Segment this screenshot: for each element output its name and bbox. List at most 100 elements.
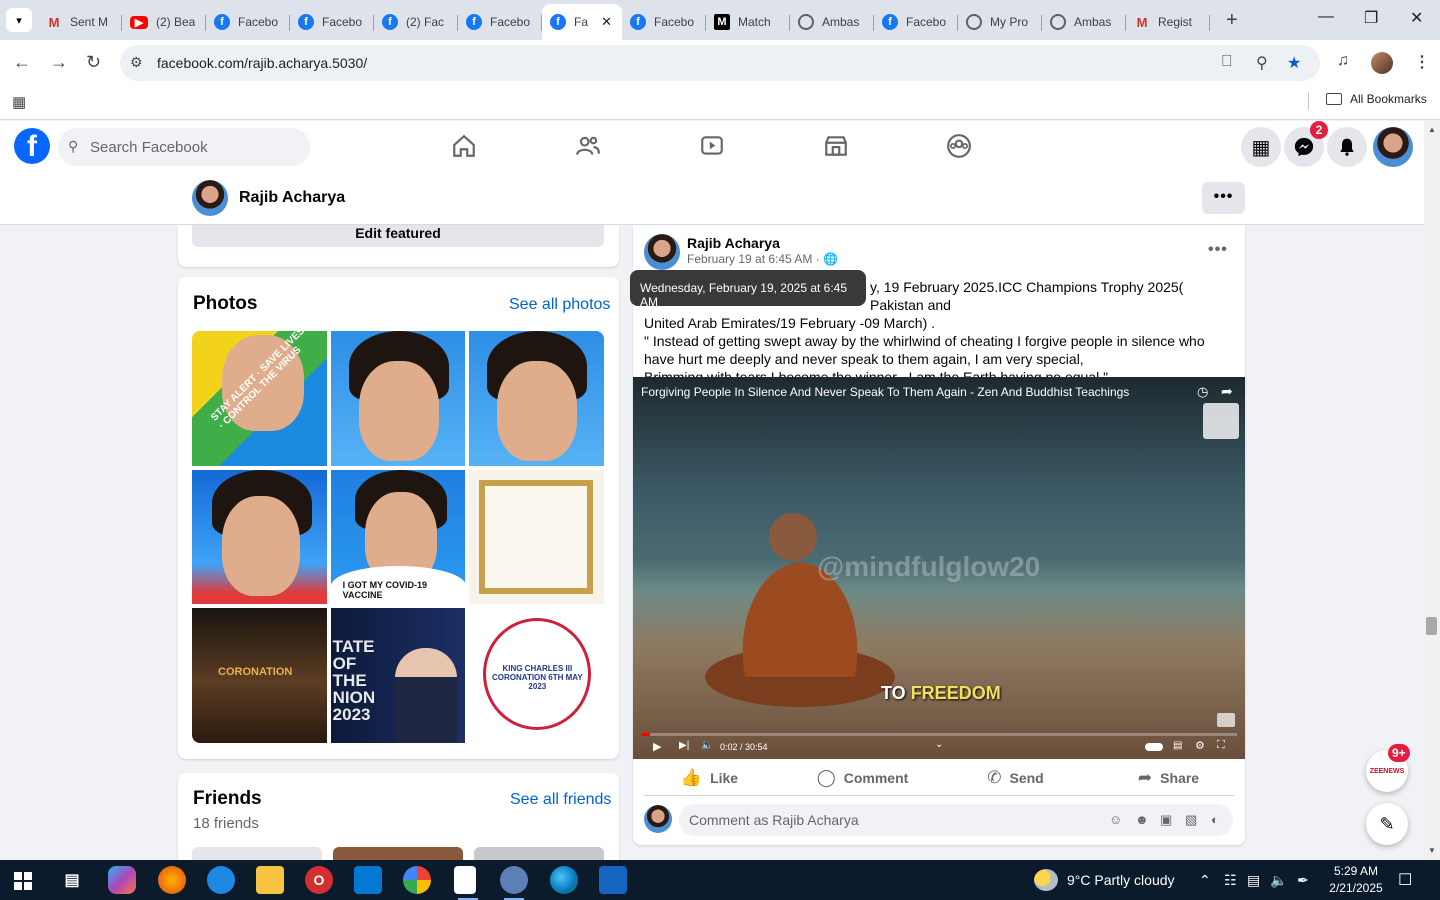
site-settings-icon[interactable]: ⚙ [130,54,143,71]
browser-tab[interactable]: ▶ (2) Bea [122,6,206,38]
messenger-button[interactable]: 2 [1284,121,1328,167]
app-icon[interactable] [500,866,528,900]
browser-tab[interactable]: f Facebo [874,6,958,38]
share-button[interactable]: ➦ Share [1092,762,1245,794]
browser-tab[interactable]: f Facebo [622,6,706,38]
facebook-logo-icon[interactable]: f [14,128,50,164]
photo-tile[interactable]: TATE OF THE NION 2023 [330,608,466,743]
facebook-search[interactable]: ⚲ [58,128,310,166]
share-arrow-icon[interactable]: ➦ [1221,383,1233,400]
teamviewer-icon[interactable] [207,866,235,894]
friend-thumb[interactable] [192,847,322,860]
store-icon[interactable] [354,866,382,894]
forward-arrow-icon[interactable]: → [50,52,68,73]
scroll-up-icon[interactable]: ▲ [1428,125,1436,134]
post-author-name[interactable]: Rajib Acharya [687,235,780,251]
video-progress-bar[interactable] [641,733,1237,736]
autoplay-toggle[interactable] [1145,743,1163,751]
browser-tab[interactable]: Ambas [1042,6,1126,38]
new-tab-plus-icon[interactable]: + [1226,9,1238,32]
address-bar[interactable]: ⚙ facebook.com/rajib.acharya.5030/ ⎕ ⚲ ★ [120,45,1320,81]
install-app-icon[interactable]: ⎕ [1222,53,1232,71]
notepad-icon[interactable] [454,866,478,900]
send-button[interactable]: ✆ Send [939,762,1092,794]
video-player[interactable]: Forgiving People In Silence And Never Sp… [633,377,1245,759]
play-icon[interactable]: ▶ [653,740,661,753]
comment-button[interactable]: ◯ Comment [786,762,939,794]
chrome-profile-avatar[interactable] [1371,52,1393,74]
menu-grid-button[interactable]: ▦ [1241,127,1281,167]
comment-box[interactable]: ☺ ☻ ▣ ▧ ◐ [679,804,1233,836]
scroll-thumb[interactable] [1426,617,1437,635]
network-icon[interactable]: ▤ [1247,872,1260,889]
reload-icon[interactable]: ↻ [86,52,101,73]
speaker-icon[interactable]: 🔈 [1270,872,1287,889]
photo-tile[interactable]: I GOT MY COVID-19 VACCINE [330,469,466,605]
bookmark-star-icon[interactable]: ★ [1287,53,1301,73]
comment-input[interactable] [689,804,1089,836]
volume-icon[interactable]: 🔈 [701,740,713,751]
post-author-avatar[interactable] [644,234,680,270]
post-options-icon[interactable]: ••• [1208,241,1228,259]
settings-gear-icon[interactable]: ⚙ [1195,739,1205,752]
restore-icon[interactable]: ❐ [1364,8,1378,28]
photo-tile[interactable]: KING CHARLES III CORONATION 6TH MAY 2023 [469,608,604,743]
chrome-menu-icon[interactable]: ⋮ [1414,52,1430,72]
profile-avatar[interactable] [192,180,228,216]
account-avatar[interactable] [1373,127,1413,167]
chevron-down-icon[interactable]: ⌄ [935,739,943,750]
weather-text[interactable]: 9°C Partly cloudy [1067,872,1175,888]
url-text[interactable]: facebook.com/rajib.acharya.5030/ [157,55,367,71]
see-all-friends-link[interactable]: See all friends [510,791,611,809]
marketplace-icon[interactable] [823,133,849,159]
all-bookmarks-button[interactable]: All Bookmarks [1326,92,1427,106]
browser-tab[interactable]: f Facebo [206,6,290,38]
like-button[interactable]: 👍 Like [633,762,786,794]
friends-icon[interactable] [575,133,601,159]
minimize-icon[interactable]: — [1318,8,1334,26]
sticker-icon[interactable]: ◐ [1211,812,1219,827]
search-input[interactable] [90,128,300,166]
browser-tab[interactable]: M Regist [1126,6,1210,38]
avatar-sticker-icon[interactable]: ☺ [1109,812,1122,827]
close-tab-icon[interactable]: ✕ [601,14,612,30]
new-message-button[interactable]: ✎ [1366,803,1408,845]
notification-center-icon[interactable]: ☐ [1398,870,1412,890]
photo-tile[interactable] [469,331,604,466]
chevron-up-icon[interactable]: ⌃ [1199,872,1211,889]
scroll-down-icon[interactable]: ▼ [1428,846,1436,855]
watch-later-icon[interactable]: ◷ [1197,384,1208,400]
photo-tile[interactable] [330,331,466,466]
see-all-photos-link[interactable]: See all photos [509,296,610,314]
edit-featured-button[interactable]: Edit featured [192,225,604,247]
device-icon[interactable]: ☷ [1224,872,1237,889]
floating-chat-head[interactable]: ZEENEWS 9+ [1366,744,1410,792]
chrome-icon[interactable] [403,866,431,894]
browser-tab[interactable]: f (2) Fac [374,6,458,38]
captions-icon[interactable] [1217,713,1235,727]
photo-tile[interactable] [469,469,604,605]
profile-name[interactable]: Rajib Acharya [239,189,345,207]
pen-icon[interactable]: ✒ [1297,872,1309,889]
profile-more-button[interactable]: ••• [1202,182,1245,214]
friend-thumb[interactable] [474,847,604,860]
subtitles-icon[interactable]: ▤ [1173,740,1182,751]
channel-logo[interactable] [1203,403,1239,439]
tab-search-chevron-icon[interactable]: ▾ [6,8,32,32]
photos-icon[interactable] [599,866,627,894]
emoji-icon[interactable]: ☻ [1135,812,1149,827]
firefox-icon[interactable] [158,866,186,894]
browser-tab[interactable]: f Facebo [458,6,542,38]
browser-tab[interactable]: M Match [706,6,790,38]
copilot-icon[interactable] [108,866,136,894]
windows-start-icon[interactable] [14,872,32,890]
media-control-icon[interactable]: ♫ [1337,52,1349,70]
browser-tab[interactable]: My Pro [958,6,1042,38]
gif-icon[interactable]: ▧ [1185,812,1197,828]
system-clock[interactable]: 5:29 AM 2/21/2025 [1320,863,1392,897]
close-window-icon[interactable]: ✕ [1410,8,1423,28]
browser-tab[interactable]: M Sent M [38,6,122,38]
browser-tab[interactable]: Ambas [790,6,874,38]
weather-icon[interactable] [1034,869,1058,891]
page-scrollbar[interactable]: ▲ ▼ [1424,121,1440,860]
